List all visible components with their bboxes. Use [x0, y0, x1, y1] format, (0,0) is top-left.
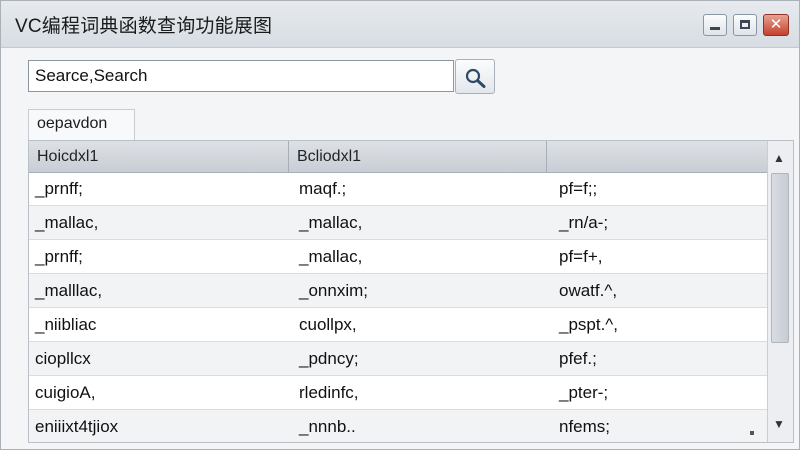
table-row[interactable]: _prnff; maqf.; pf=f;; — [29, 172, 767, 206]
search-button[interactable] — [455, 59, 495, 94]
table-row[interactable]: cuigioA, rledinfc, _pter-; — [29, 376, 767, 410]
table-cell: ciopllcx — [35, 349, 91, 368]
tab-main[interactable]: oepavdon — [28, 109, 135, 141]
resize-grip[interactable] — [750, 431, 754, 435]
table-cell: _prnff; — [35, 247, 83, 266]
table-cell: eniiixt4tjiox — [35, 417, 119, 436]
table-cell: nfems; — [559, 417, 611, 436]
table-cell: _mallac, — [35, 213, 99, 232]
close-icon: ✕ — [769, 16, 783, 33]
scroll-down-arrow-icon[interactable]: ▼ — [773, 417, 785, 431]
table-cell: _pdncy; — [299, 349, 359, 368]
maximize-icon — [740, 20, 750, 29]
table-row[interactable]: _niibliac cuollpx, _pspt.^, — [29, 308, 767, 342]
table-cell: _nnnb.. — [299, 417, 356, 436]
scroll-up-arrow-icon[interactable]: ▲ — [773, 151, 785, 165]
table-cell: _mallac, — [299, 213, 363, 232]
table-cell: pf=f;; — [559, 179, 598, 198]
table-cell: rledinfc, — [299, 383, 359, 402]
table-cell: cuigioA, — [35, 383, 96, 402]
table-cell: _pspt.^, — [559, 315, 619, 334]
vertical-scrollbar[interactable]: ▲ ▼ — [767, 141, 793, 442]
close-button[interactable]: ✕ — [763, 14, 789, 36]
table-row[interactable]: _malllac, _onnxim; owatf.^, — [29, 274, 767, 308]
table-row[interactable]: _prnff; _mallac, pf=f+, — [29, 240, 767, 274]
results-table: Hoicdxl1 Bcliodxl1 _prnff; maqf.; pf=f;;… — [28, 140, 794, 443]
table-cell: _rn/a-; — [559, 213, 609, 232]
table-cell: owatf.^, — [559, 281, 618, 300]
column-header-1[interactable]: Hoicdxl1 — [29, 141, 289, 172]
table-cell: pfef.; — [559, 349, 597, 368]
title-bar: VC编程词典函数查询功能展图 ✕ — [1, 1, 799, 48]
column-header-3[interactable] — [547, 141, 767, 172]
column-header-2[interactable]: Bcliodxl1 — [289, 141, 547, 172]
table-cell: _prnff; — [35, 179, 83, 198]
table-cell: pf=f+, — [559, 247, 603, 266]
table-cell: _niibliac — [35, 315, 97, 334]
table-row[interactable]: eniiixt4tjiox _nnnb.. nfems; — [29, 410, 767, 442]
table-row[interactable]: ciopllcx _pdncy; pfef.; — [29, 342, 767, 376]
scroll-thumb[interactable] — [771, 173, 789, 343]
window-title: VC编程词典函数查询功能展图 — [15, 16, 273, 37]
app-window: VC编程词典函数查询功能展图 ✕ oepavdon Hoicdxl1 Bclio… — [0, 0, 800, 450]
table-cell: _pter-; — [559, 383, 609, 402]
table-cell: _malllac, — [35, 281, 103, 300]
search-input[interactable] — [28, 60, 454, 92]
table-cell: _mallac, — [299, 247, 363, 266]
table-row[interactable]: _mallac, _mallac, _rn/a-; — [29, 206, 767, 240]
search-icon — [465, 68, 486, 88]
minimize-button[interactable] — [703, 14, 727, 36]
maximize-button[interactable] — [733, 14, 757, 36]
table-cell: _onnxim; — [299, 281, 368, 300]
table-cell: cuollpx, — [299, 315, 357, 334]
table-header: Hoicdxl1 Bcliodxl1 — [29, 141, 767, 173]
table-cell: maqf.; — [299, 179, 347, 198]
minimize-icon — [710, 27, 720, 30]
